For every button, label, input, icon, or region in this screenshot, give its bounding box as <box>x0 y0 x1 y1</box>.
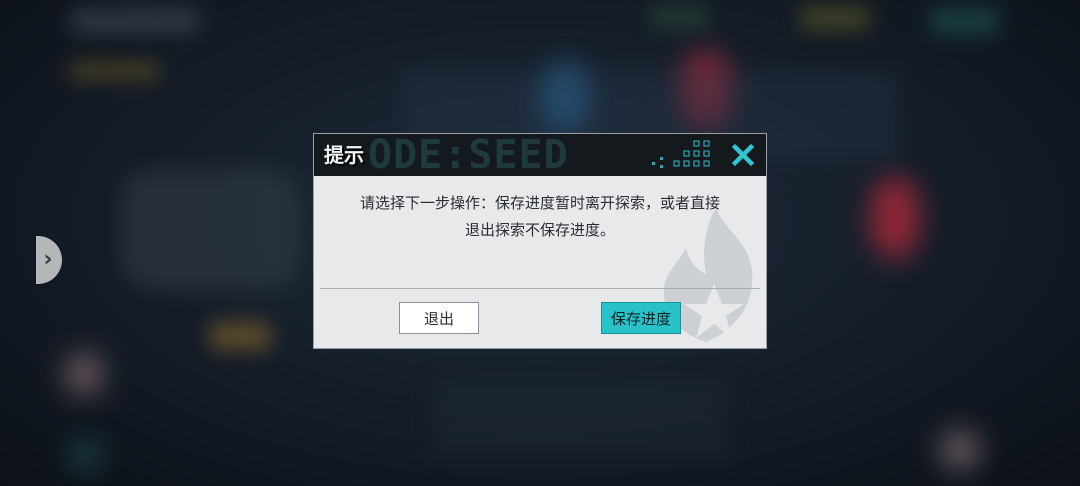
game-screen: › ODE:SEED 提示 请选择下一步操作：保存进度暂时离开探索，或者直接 退… <box>0 0 1080 486</box>
dialog-header: ODE:SEED 提示 <box>314 134 766 176</box>
header-watermark: ODE:SEED <box>368 134 569 176</box>
dialog-title: 提示 <box>324 143 364 167</box>
chevron-right-icon: › <box>43 247 53 272</box>
message-line-2: 退出探索不保存进度。 <box>464 221 615 239</box>
divider <box>320 288 760 289</box>
dot-pattern-icon <box>652 140 710 168</box>
prompt-dialog: ODE:SEED 提示 请选择下一步操作：保存进度暂时离开探索，或者直接 退出探… <box>314 134 766 348</box>
exit-button[interactable]: 退出 <box>399 302 479 334</box>
close-icon <box>731 143 755 167</box>
save-progress-button[interactable]: 保存进度 <box>601 302 681 334</box>
dialog-body: 请选择下一步操作：保存进度暂时离开探索，或者直接 退出探索不保存进度。 <box>314 176 766 288</box>
dialog-message: 请选择下一步操作：保存进度暂时离开探索，或者直接 退出探索不保存进度。 <box>334 190 746 244</box>
close-button[interactable] <box>726 138 760 172</box>
side-expand-button[interactable]: › <box>36 236 62 284</box>
message-line-1: 请选择下一步操作：保存进度暂时离开探索，或者直接 <box>359 194 720 212</box>
